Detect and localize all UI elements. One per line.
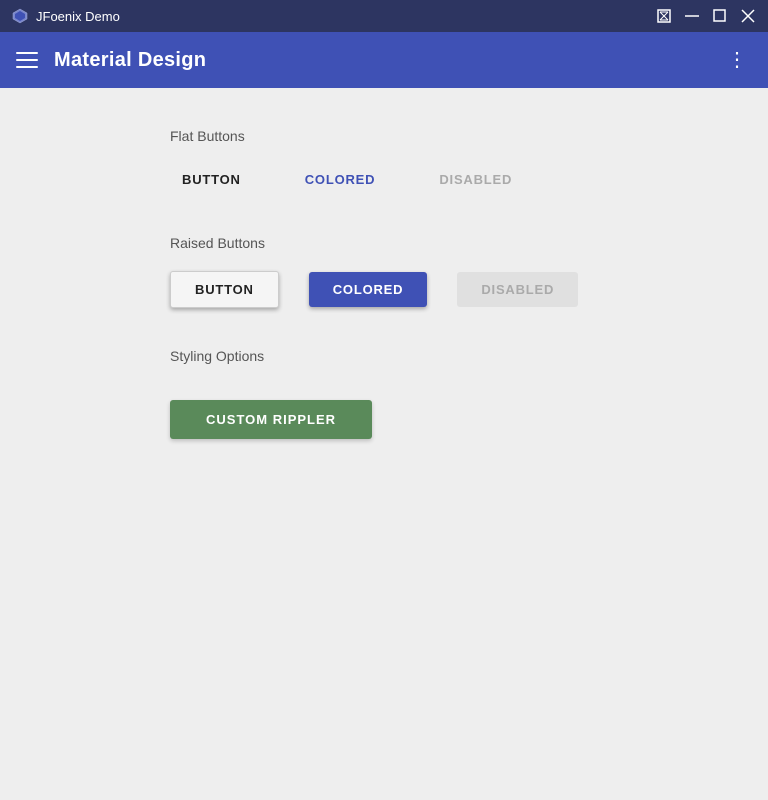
flat-button-default[interactable]: BUTTON [170, 164, 253, 195]
close-button[interactable] [740, 8, 756, 24]
raised-button-disabled: DISABLED [457, 272, 578, 307]
custom-rippler-button[interactable]: CUSTOM RIPPLER [170, 400, 372, 439]
raised-buttons-row: BUTTON COLORED DISABLED [170, 271, 578, 308]
flat-buttons-row: BUTTON COLORED DISABLED [170, 164, 524, 195]
styling-options-label: Styling Options [170, 348, 264, 364]
main-content: Flat Buttons BUTTON COLORED DISABLED Rai… [0, 88, 768, 800]
title-bar-controls [656, 8, 756, 24]
maximize-button[interactable] [656, 8, 672, 24]
app-bar-left: Material Design [16, 49, 206, 72]
raised-button-colored[interactable]: COLORED [309, 272, 428, 307]
raised-button-default[interactable]: BUTTON [170, 271, 279, 308]
restore-button[interactable] [712, 8, 728, 24]
title-bar-title: JFoenix Demo [36, 9, 120, 24]
hamburger-menu[interactable] [16, 52, 38, 68]
hamburger-line-3 [16, 66, 38, 68]
app-bar-title: Material Design [54, 49, 206, 72]
more-options-button[interactable]: ⋮ [723, 46, 752, 74]
hamburger-line-2 [16, 59, 38, 61]
minimize-button[interactable] [684, 8, 700, 24]
title-bar-left: JFoenix Demo [12, 8, 120, 24]
raised-buttons-label: Raised Buttons [170, 235, 265, 251]
flat-button-disabled: DISABLED [427, 164, 524, 195]
flat-button-colored[interactable]: COLORED [293, 164, 388, 195]
flat-buttons-label: Flat Buttons [170, 128, 245, 144]
title-bar: JFoenix Demo [0, 0, 768, 32]
app-bar: Material Design ⋮ [0, 32, 768, 88]
hamburger-line-1 [16, 52, 38, 54]
app-icon [12, 8, 28, 24]
